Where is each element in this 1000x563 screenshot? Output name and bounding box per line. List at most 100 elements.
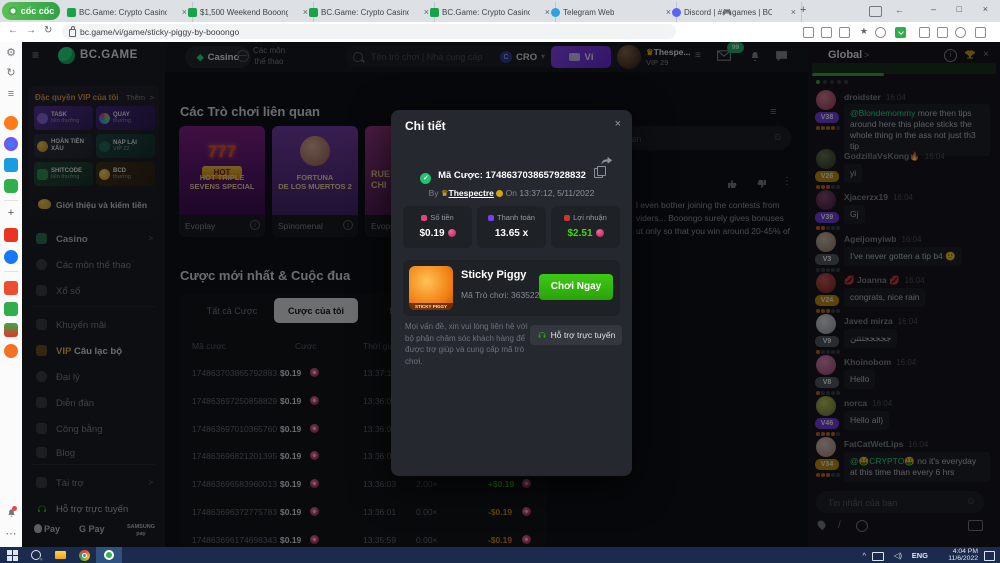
crown-icon: ♛ (441, 188, 449, 198)
bcgame-favicon (309, 8, 318, 17)
browser-tab-1[interactable]: BC.Game: Crypto Casino Gan × (62, 2, 193, 22)
tab-title: Telegram Web (563, 8, 614, 17)
game-info-panel: STICKY PIGGY Sticky Piggy Mã Trò chơi: 3… (403, 260, 620, 316)
new-tab-button[interactable]: + (800, 4, 806, 16)
medal-icon (496, 190, 503, 197)
url-field[interactable]: bc.game/vi/game/sticky-piggy-by-booongo (62, 24, 676, 39)
browser-tab-3[interactable]: BC.Game: Crypto Casino Gan × (304, 2, 435, 22)
forward-button[interactable]: → (26, 25, 36, 36)
coccoc-taskbar-active[interactable] (96, 547, 122, 563)
zalo-icon[interactable] (4, 158, 18, 172)
tray-expand-icon[interactable]: ^ (862, 551, 866, 560)
lock-icon (69, 29, 76, 37)
network-icon[interactable] (872, 552, 884, 561)
stat-amount: Số tiền $0.19 (403, 206, 472, 248)
notification-dot (12, 506, 17, 511)
modal-title: Chi tiết (405, 119, 446, 133)
reload-button[interactable]: ↻ (44, 25, 52, 36)
browser-sidebar: ⚙ ↻ ≡ + ⋯ (0, 42, 23, 547)
divider (4, 200, 18, 201)
hot-trends-icon[interactable] (4, 116, 18, 130)
close-window-button[interactable]: × (983, 4, 988, 14)
notifications-bell-icon[interactable] (4, 506, 18, 520)
coccoc-logo-icon (8, 6, 18, 16)
game-thumbnail[interactable]: STICKY PIGGY (409, 266, 453, 310)
tab-title: BC.Game: Crypto Casino Gan (321, 8, 409, 17)
bet-author-row: By ♛Thespectre On 13:37:12, 5/11/2022 (391, 188, 632, 199)
tab-title: $1,500 Weekend Booongo M (200, 8, 288, 17)
file-explorer-icon[interactable] (54, 549, 66, 561)
messenger-icon[interactable] (4, 137, 18, 151)
shopee-icon[interactable] (4, 281, 18, 295)
add-app-icon[interactable]: + (4, 206, 18, 220)
facebook-icon[interactable] (4, 250, 18, 264)
start-button[interactable] (6, 549, 18, 561)
language-indicator[interactable]: ENG (912, 551, 928, 560)
settings-icon[interactable]: ⚙ (4, 45, 18, 59)
bet-id-row: ✓ Mã Cược: 1748637038657928832 (391, 168, 632, 184)
extension-icon[interactable] (919, 27, 930, 38)
bet-details-modal: Chi tiết × ✓ Mã Cược: 174863703865792883… (391, 110, 632, 476)
coccoc-brand-button[interactable]: cốc cốc (2, 2, 60, 20)
headset-icon (537, 330, 547, 340)
back-button[interactable]: ← (8, 25, 18, 36)
bookmark-star-icon[interactable]: ★ (860, 26, 868, 37)
reading-list-icon[interactable]: ≡ (4, 87, 18, 101)
tab-title: BC.Game: Crypto Casino Gan (79, 8, 167, 17)
verified-icon: ✓ (420, 173, 431, 184)
browser-tab-5[interactable]: Telegram Web × (546, 2, 677, 22)
stat-payout: Thanh toán 13.65 x (477, 206, 546, 248)
more-icon[interactable]: ⋯ (4, 526, 18, 540)
play-now-button[interactable]: Chơi Ngay (539, 274, 613, 300)
action-center-icon[interactable] (984, 551, 995, 561)
browser-tab-6[interactable]: Discord | #🎮games | BC G × (667, 2, 802, 22)
minimize-button[interactable]: – (931, 4, 936, 14)
support-note: Mọi vấn đề, xin vui lòng liên hệ với bộ … (405, 321, 533, 367)
telegram-favicon (551, 8, 560, 17)
store-icon[interactable] (4, 302, 18, 316)
taskbar-search-icon[interactable] (30, 549, 42, 561)
save-page-icon[interactable] (803, 27, 814, 38)
bcgame-favicon (67, 8, 76, 17)
profile-icon[interactable] (955, 27, 966, 38)
game-name: Sticky Piggy (461, 269, 526, 281)
translate-icon[interactable] (821, 27, 832, 38)
volume-icon[interactable]: ◁) (894, 551, 902, 560)
live-support-button[interactable]: Hỗ trợ trực tuyến (530, 325, 622, 345)
gem-icon (596, 229, 604, 237)
stat-profit: Lợi nhuận $2.51 (551, 206, 620, 248)
site-viewport: ≡ BC.GAME Đặc quyền VIP của tôi Thêm > T… (22, 42, 1000, 547)
divider (4, 271, 18, 272)
bcgame-favicon (188, 8, 197, 17)
chrome-icon[interactable] (78, 549, 90, 561)
tab-close-icon[interactable]: × (791, 7, 796, 17)
downloads-tray-icon[interactable] (975, 27, 986, 38)
bcgame-favicon (430, 8, 439, 17)
adblock-shield-icon[interactable] (875, 27, 886, 38)
recent-tabs-icon[interactable]: ← (895, 5, 904, 15)
taskbar-clock[interactable]: 4:04 PM 11/6/2022 (948, 548, 978, 563)
browser-tab-4[interactable]: BC.Game: Crypto Casino Gan × (425, 2, 556, 22)
bet-datetime: 13:37:12, 5/11/2022 (519, 188, 594, 198)
cart-icon[interactable] (4, 344, 18, 358)
browser-tab-2[interactable]: $1,500 Weekend Booongo M × (183, 2, 314, 22)
tab-title: Discord | #🎮games | BC G (684, 8, 772, 17)
browser-tabbar: cốc cốc BC.Game: Crypto Casino Gan × $1,… (0, 0, 1000, 22)
bet-id: 1748637038657928832 (486, 170, 586, 181)
gem-icon (448, 229, 456, 237)
gamepad-icon[interactable] (4, 179, 18, 193)
brand-label: cốc cốc (21, 6, 55, 16)
youtube-icon[interactable] (4, 228, 18, 242)
modal-close-icon[interactable]: × (615, 118, 621, 130)
tab-capture-icon[interactable] (869, 6, 882, 17)
history-icon[interactable]: ↻ (4, 65, 18, 79)
coccoc-icon (104, 550, 114, 560)
copy-icon[interactable] (594, 168, 603, 178)
media-icon[interactable] (937, 27, 948, 38)
maximize-button[interactable]: □ (957, 4, 962, 14)
download-manager-icon[interactable] (895, 27, 906, 38)
share-icon[interactable] (839, 27, 850, 38)
deals-icon[interactable] (4, 323, 18, 337)
bet-user-link[interactable]: Thespectre (449, 188, 494, 198)
url-text: bc.game/vi/game/sticky-piggy-by-booongo (80, 27, 239, 37)
